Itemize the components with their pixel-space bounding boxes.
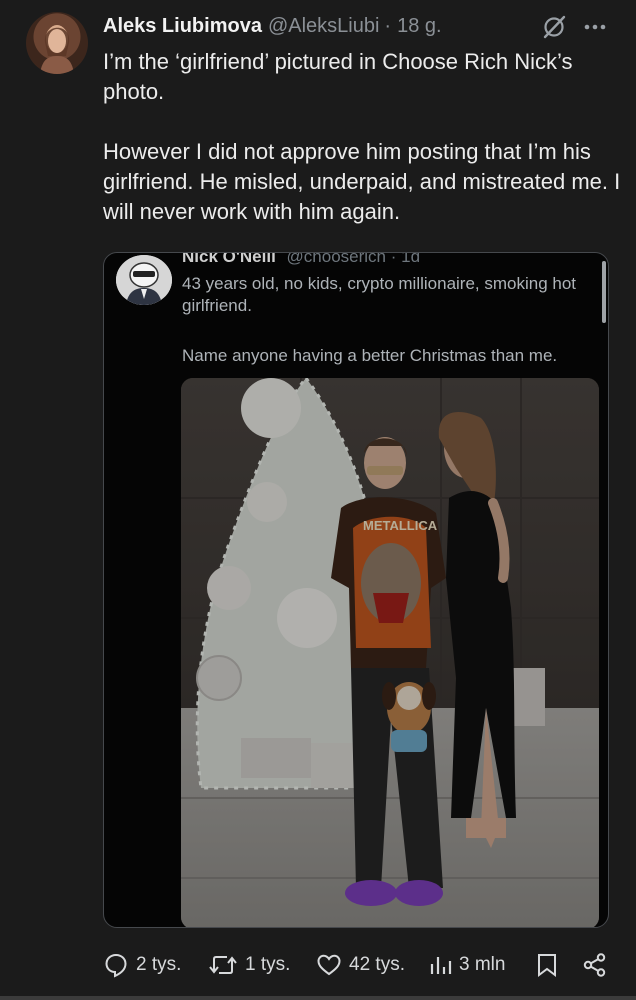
author-avatar[interactable] [26, 12, 88, 74]
repost-count: 1 tys. [245, 954, 291, 975]
embedded-author-name: Nick O'Neill [182, 252, 276, 266]
tweet-time[interactable]: 18 g. [397, 15, 441, 38]
more-icon[interactable] [582, 14, 608, 40]
divider [0, 996, 636, 1000]
grok-icon[interactable] [541, 14, 567, 40]
tweet-header: Aleks Liubimova @AleksLiubi · 18 g. [103, 13, 442, 39]
action-bar: 2 tys. 1 tys. 42 tys. 3 mln [0, 948, 636, 982]
repost-icon [209, 956, 237, 974]
christmas-photo[interactable]: METALLICA [181, 378, 599, 927]
embedded-header: Nick O'Neill @chooserich · 1d [182, 252, 421, 267]
embedded-text-line1: 43 years old, no kids, crypto millionair… [182, 274, 577, 315]
like-button[interactable]: 42 tys. [316, 948, 405, 982]
views-icon [430, 957, 452, 974]
reply-button[interactable]: 2 tys. [103, 948, 181, 982]
embedded-author-handle: @chooserich · 1d [286, 252, 421, 266]
heart-icon [317, 954, 341, 976]
reply-count: 2 tys. [136, 954, 182, 975]
author-handle[interactable]: @AleksLiubi [268, 15, 379, 38]
tweet-text: I’m the ‘girlfriend’ pictured in Choose … [103, 49, 621, 224]
embedded-scrollbar[interactable] [602, 261, 606, 323]
like-count: 42 tys. [349, 954, 405, 975]
share-icon[interactable] [582, 952, 608, 978]
separator-dot: · [384, 14, 392, 37]
repost-button[interactable]: 1 tys. [208, 948, 290, 982]
views-count: 3 mln [459, 954, 506, 975]
embedded-text-line2: Name anyone having a better Christmas th… [182, 346, 558, 365]
reply-icon [105, 953, 127, 978]
bookmark-icon[interactable] [535, 952, 559, 978]
embedded-screenshot[interactable]: Nick O'Neill @chooserich · 1d 43 years o… [103, 252, 609, 928]
embedded-author-avatar [116, 255, 172, 305]
author-name[interactable]: Aleks Liubimova [103, 15, 262, 38]
views-button[interactable]: 3 mln [428, 948, 505, 982]
